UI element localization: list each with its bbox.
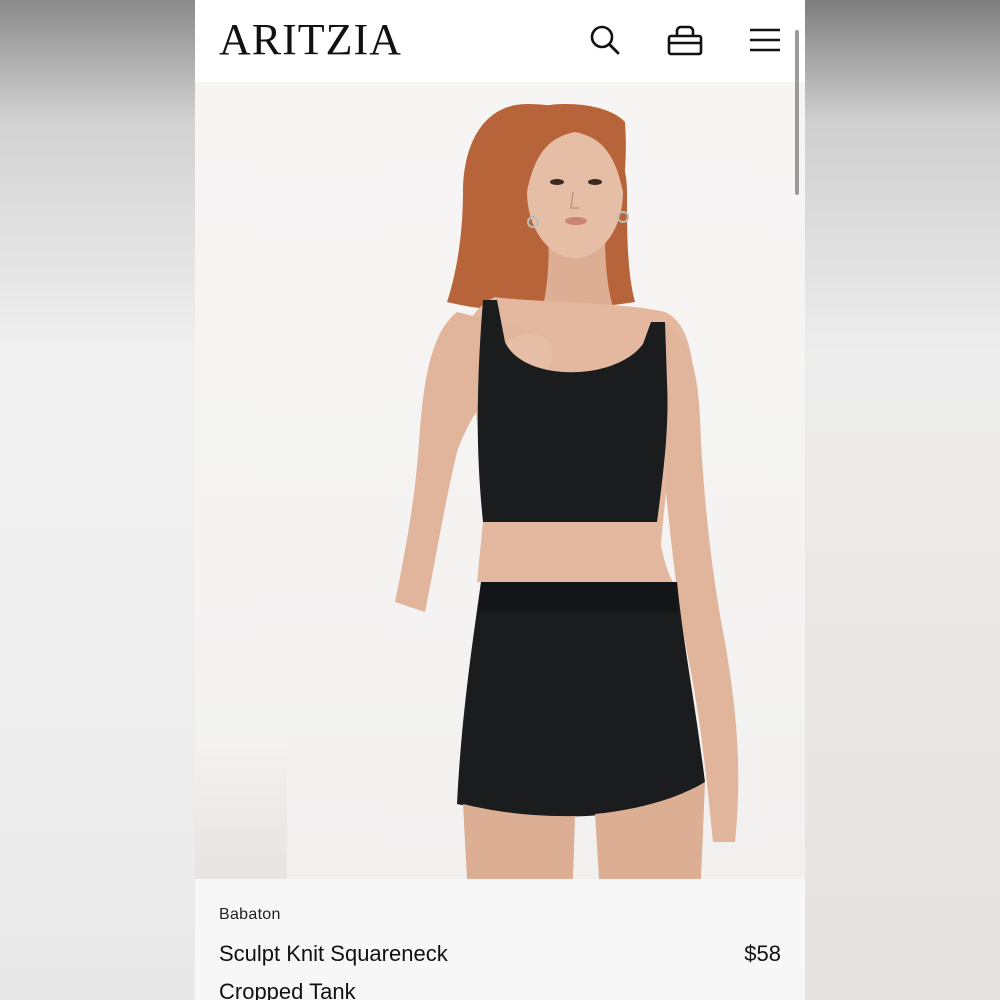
- product-info: Babaton Sculpt Knit Squareneck Cropped T…: [195, 879, 805, 1000]
- shopping-bag-button[interactable]: [663, 18, 707, 62]
- brand-logo[interactable]: ARITZIA: [219, 14, 402, 66]
- site-header: ARITZIA: [195, 0, 805, 82]
- menu-button[interactable]: [743, 18, 787, 62]
- shopping-bag-icon: [667, 25, 703, 56]
- product-image[interactable]: [195, 82, 805, 879]
- product-name-line1: Sculpt Knit Squareneck: [219, 941, 448, 966]
- model-illustration: [395, 103, 739, 879]
- product-name-line2: Cropped Tank: [219, 979, 356, 1000]
- backdrop-left: [0, 0, 195, 1000]
- product-price: $58: [744, 941, 781, 966]
- phone-screen: ARITZIA Babaton Sculpt Knit Squareneck C…: [195, 0, 805, 1000]
- backdrop-right: [805, 0, 1000, 1000]
- search-icon: [590, 25, 620, 55]
- product-name[interactable]: Sculpt Knit Squareneck Cropped Tank: [219, 935, 519, 1000]
- search-button[interactable]: [583, 18, 627, 62]
- menu-icon: [750, 28, 780, 52]
- page-scrollbar[interactable]: [795, 30, 799, 195]
- product-brand[interactable]: Babaton: [219, 906, 281, 924]
